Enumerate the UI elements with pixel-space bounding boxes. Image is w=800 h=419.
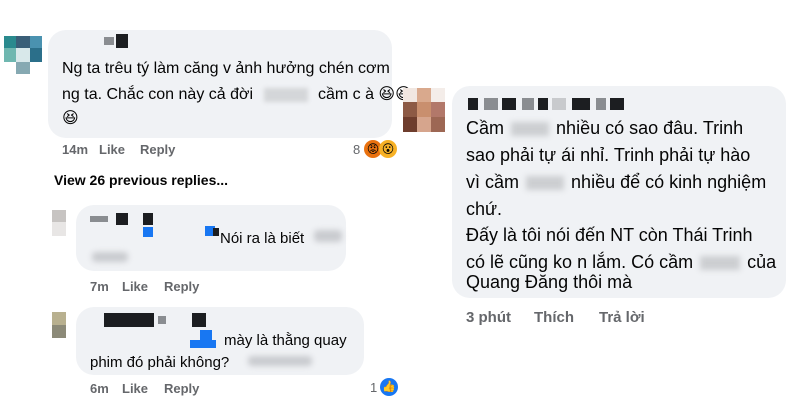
like-button[interactable]: Like [122,279,148,294]
avatar[interactable] [403,88,445,132]
reply-button[interactable]: Reply [164,381,199,396]
censored-text [314,230,342,242]
censored-word [511,122,550,137]
comment-line-2: sao phải tự ái nhỉ. Trinh phải tự hào [466,145,751,165]
comment-line-5: Đấy là tôi nói đến NT còn Thái Trinh [466,225,753,245]
like-button[interactable]: Like [99,142,125,157]
laughing-emoji-icon: 😆 [62,110,79,127]
timestamp[interactable]: 7m [90,279,109,294]
reply-text: Nói ra là biết [220,230,305,247]
timestamp[interactable]: 14m [62,142,88,157]
reply-button[interactable]: Reply [164,279,199,294]
text: vì cầm [466,172,520,192]
text: có lẽ cũng ko n lắm. Có cầm [466,252,694,272]
comment-text-line-2: ng ta. Chắc con này cả đời cầm c à 😆😆 [62,82,412,108]
comment-line-4: chứ. [466,199,503,219]
avatar[interactable] [4,36,42,74]
avatar[interactable] [52,312,66,338]
comment-line-1: Cầm nhiều có sao đâu. Trinh [466,116,743,140]
text: Cầm [466,118,505,138]
thumbs-up-icon: 👍 [380,378,398,396]
like-button[interactable]: Thích [534,309,574,326]
view-previous-replies-link[interactable]: View 26 previous replies... [54,172,228,188]
censored-text [248,356,312,366]
censored-text [92,252,128,262]
reply-text-line-2: phim đó phải không? [90,354,230,371]
text: nhiều để có kinh nghiệm [571,172,767,192]
censored-word [700,256,741,271]
avatar[interactable] [52,210,66,236]
reply-button[interactable]: Reply [140,142,175,157]
surprised-face-icon: 😮 [379,140,397,158]
reaction-summary[interactable]: 8 😡 😮 [353,140,401,160]
like-button[interactable]: Like [122,381,148,396]
reply-button[interactable]: Trả lời [599,309,645,326]
reaction-count: 1 [370,380,378,395]
timestamp[interactable]: 6m [90,381,109,396]
comment-line-3: vì cầm nhiều để có kinh nghiệm [466,170,766,194]
censored-word [526,176,565,191]
reply-text-line-1: mày là thằng quay [224,332,347,349]
text: của [747,252,777,272]
reaction-summary[interactable]: 1 👍 [370,378,402,398]
comment-text-part-b: cầm c à [317,86,374,103]
comment-line-7: Quang Đăng thôi mà [466,272,633,292]
text: nhiều có sao đâu. Trinh [556,118,744,138]
reaction-count: 8 [353,142,361,157]
comment-text-line-1: Ng ta trêu tý làm căng v ảnh hưởng chén … [62,60,390,77]
censored-word [263,87,308,102]
timestamp[interactable]: 3 phút [466,309,511,326]
comment-text-part-a: ng ta. Chắc con này cả đời [62,86,254,103]
